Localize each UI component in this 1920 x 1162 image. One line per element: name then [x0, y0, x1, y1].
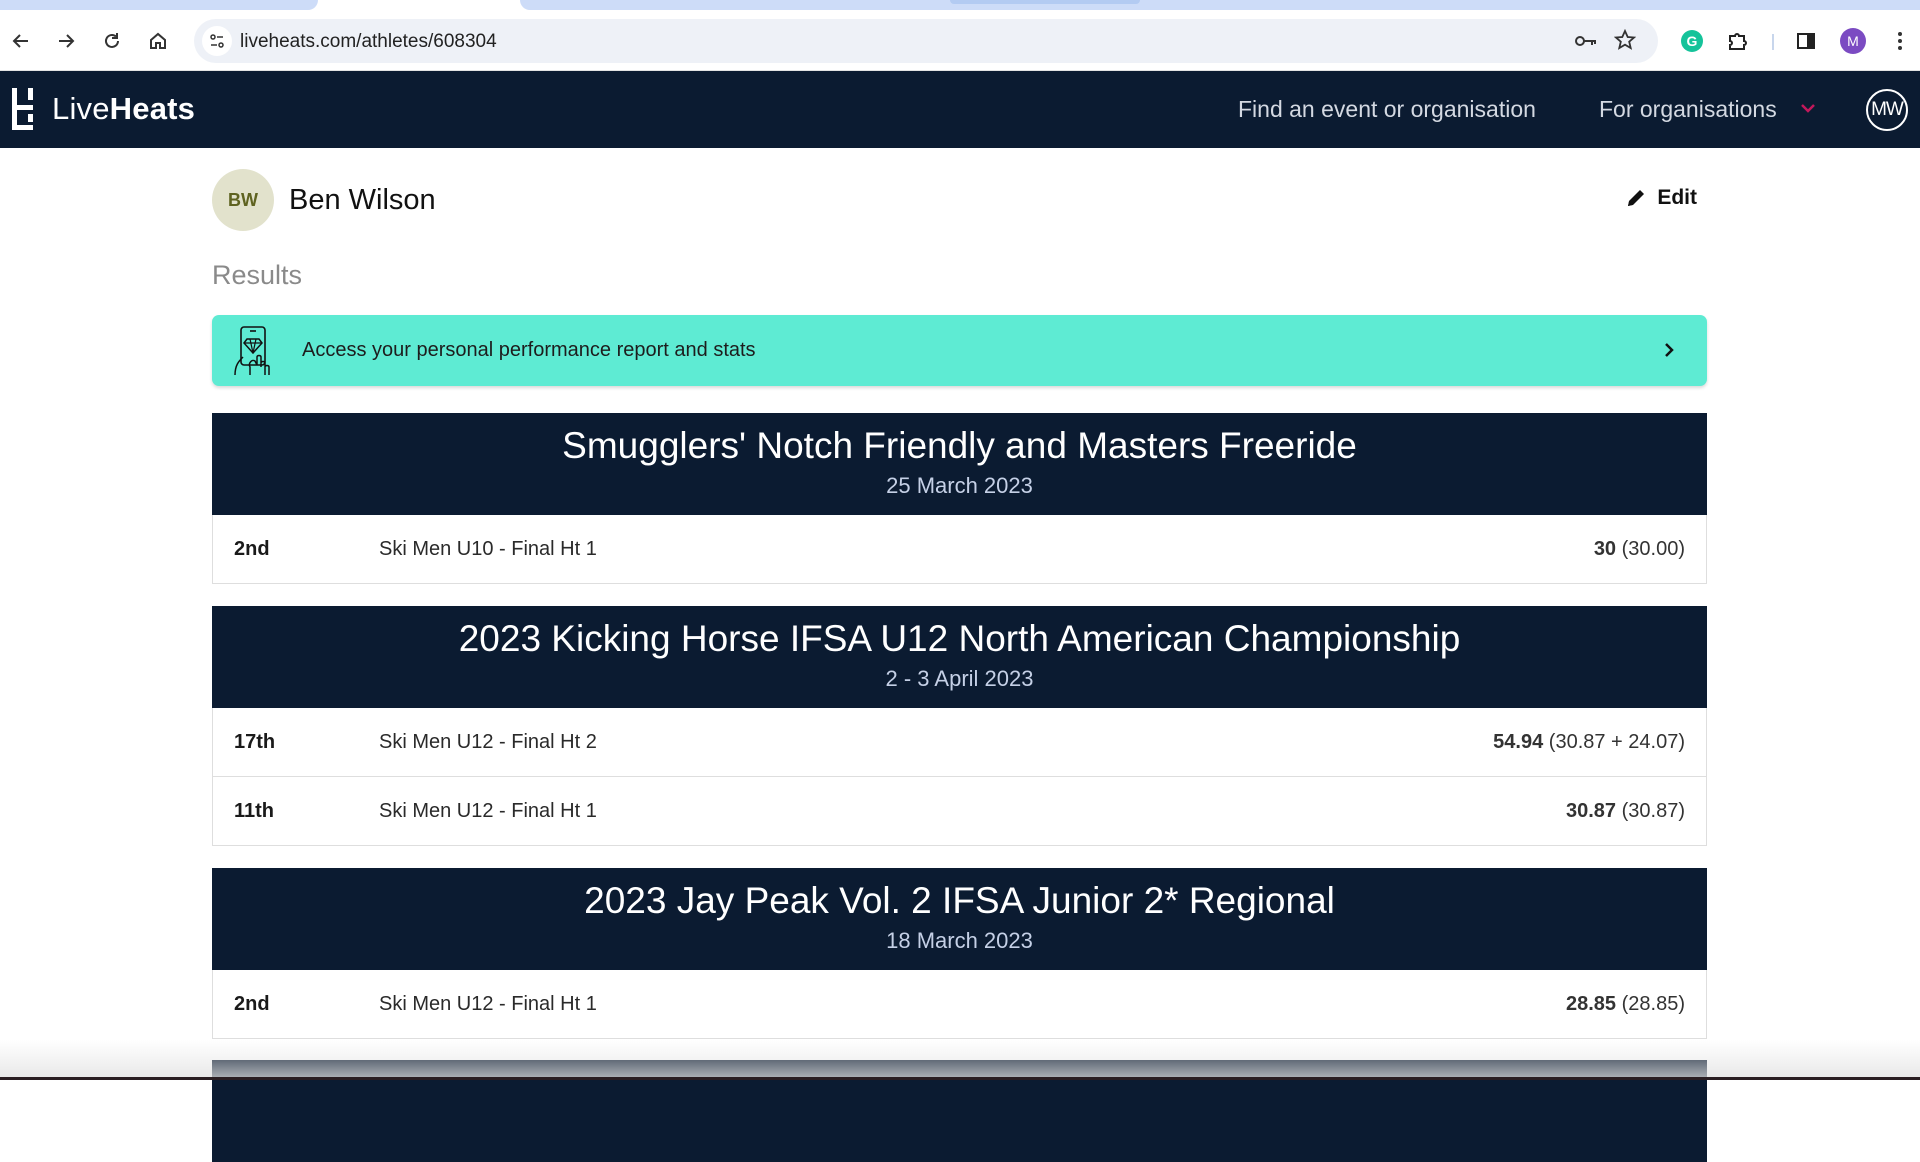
result-row[interactable]: 11th Ski Men U12 - Final Ht 1 30.87 (30.… [212, 777, 1707, 846]
side-panel-icon [1797, 33, 1815, 49]
grammarly-extension-button[interactable]: G [1677, 26, 1707, 56]
browser-menu-button[interactable] [1885, 26, 1915, 56]
result-score: 54.94 (30.87 + 24.07) [1493, 731, 1685, 754]
forward-button[interactable] [51, 26, 81, 56]
arrow-left-icon [12, 34, 28, 48]
browser-tab[interactable] [0, 0, 318, 10]
score-total: 28.85 [1566, 993, 1617, 1015]
chevron-right-icon [1665, 343, 1674, 357]
performance-report-banner[interactable]: Access your personal performance report … [212, 315, 1707, 386]
result-row[interactable]: 2nd Ski Men U12 - Final Ht 1 28.85 (28.8… [212, 970, 1707, 1039]
toolbar-divider [1772, 34, 1774, 50]
result-place: 2nd [234, 993, 270, 1015]
event-title[interactable]: Smugglers' Notch Friendly and Masters Fr… [212, 425, 1707, 467]
browser-toolbar: liveheats.com/athletes/608304 G M [0, 12, 1920, 71]
result-row[interactable]: 2nd Ski Men U10 - Final Ht 1 30 (30.00) [212, 515, 1707, 584]
side-panel-button[interactable] [1791, 26, 1821, 56]
result-place: 11th [234, 800, 275, 822]
site-navbar: LiveHeats Find an event or organisation … [0, 71, 1920, 148]
result-score: 30 (30.00) [1594, 538, 1685, 561]
back-button[interactable] [6, 26, 36, 56]
score-total: 54.94 [1493, 731, 1544, 753]
result-place: 2nd [234, 538, 270, 560]
pencil-icon [1628, 190, 1645, 206]
reload-icon [105, 33, 119, 48]
event-header[interactable]: 2023 Jay Peak Vol. 2 IFSA Junior 2* Regi… [212, 868, 1707, 970]
address-bar[interactable]: liveheats.com/athletes/608304 [194, 19, 1658, 63]
result-score: 30.87 (30.87) [1566, 800, 1685, 823]
score-breakdown: (28.85) [1621, 993, 1685, 1015]
result-heat: Ski Men U12 - Final Ht 1 [379, 800, 597, 822]
for-organisations-menu[interactable]: For organisations [1599, 96, 1777, 123]
score-breakdown: (30.87 + 24.07) [1548, 731, 1685, 753]
banner-text: Access your personal performance report … [302, 339, 756, 361]
results-heading: Results [212, 260, 303, 290]
reload-button[interactable] [97, 26, 127, 56]
result-heat: Ski Men U12 - Final Ht 1 [379, 993, 597, 1015]
puzzle-icon [1729, 33, 1747, 50]
password-key-icon[interactable] [1574, 31, 1598, 56]
event-header[interactable]: 2023 Kicking Horse IFSA U12 North Americ… [212, 606, 1707, 708]
athlete-header: BW Ben Wilson [212, 169, 436, 231]
extensions-button[interactable] [1723, 26, 1753, 56]
score-breakdown: (30.00) [1621, 538, 1685, 560]
user-avatar[interactable]: MW [1866, 89, 1908, 131]
chevron-down-icon[interactable] [1800, 102, 1816, 114]
bookmark-star-icon[interactable] [1613, 28, 1637, 56]
edit-button[interactable]: Edit [1625, 186, 1697, 210]
result-heat: Ski Men U10 - Final Ht 1 [379, 538, 597, 560]
logo-wordmark: LiveHeats [52, 91, 196, 126]
tab-indicator [950, 0, 1140, 4]
edit-label: Edit [1657, 186, 1697, 209]
event-date: 25 March 2023 [886, 473, 1033, 498]
event-date: 18 March 2023 [886, 928, 1033, 953]
event-card: 2023 Jay Peak Vol. 2 IFSA Junior 2* Regi… [212, 868, 1707, 1039]
result-place: 17th [234, 731, 276, 753]
event-card: Smugglers' Notch Friendly and Masters Fr… [212, 413, 1707, 584]
result-heat: Ski Men U12 - Final Ht 2 [379, 731, 597, 753]
grammarly-icon: G [1681, 30, 1703, 52]
event-title[interactable]: 2023 Jay Peak Vol. 2 IFSA Junior 2* Regi… [212, 880, 1707, 922]
phone-diamond-icon [234, 325, 270, 375]
athlete-name: Ben Wilson [289, 183, 436, 216]
find-event-link[interactable]: Find an event or organisation [1238, 96, 1536, 123]
tune-icon [210, 34, 224, 48]
score-total: 30.87 [1566, 800, 1617, 822]
score-total: 30 [1593, 538, 1617, 560]
athlete-avatar: BW [212, 169, 274, 231]
event-date: 2 - 3 April 2023 [885, 666, 1034, 691]
event-header[interactable] [212, 1060, 1707, 1162]
site-info-button[interactable] [202, 26, 232, 56]
event-card: 2023 Kicking Horse IFSA U12 North Americ… [212, 606, 1707, 846]
kebab-menu-icon [1898, 32, 1902, 50]
browser-tab[interactable] [520, 0, 1920, 10]
profile-avatar: M [1840, 28, 1866, 54]
result-row[interactable]: 17th Ski Men U12 - Final Ht 2 54.94 (30.… [212, 708, 1707, 777]
event-header[interactable]: Smugglers' Notch Friendly and Masters Fr… [212, 413, 1707, 515]
result-score: 28.85 (28.85) [1566, 993, 1685, 1016]
home-button[interactable] [143, 26, 173, 56]
browser-tab-strip [0, 0, 1920, 12]
event-title[interactable]: 2023 Kicking Horse IFSA U12 North Americ… [212, 618, 1707, 660]
liveheats-logo-icon [12, 88, 33, 130]
profile-button[interactable]: M [1838, 26, 1868, 56]
url-text[interactable]: liveheats.com/athletes/608304 [240, 31, 497, 53]
arrow-right-icon [59, 34, 75, 48]
score-breakdown: (30.87) [1621, 800, 1685, 822]
event-card-partial [212, 1060, 1707, 1162]
liveheats-logo[interactable]: LiveHeats [12, 88, 195, 130]
home-icon [150, 32, 166, 49]
